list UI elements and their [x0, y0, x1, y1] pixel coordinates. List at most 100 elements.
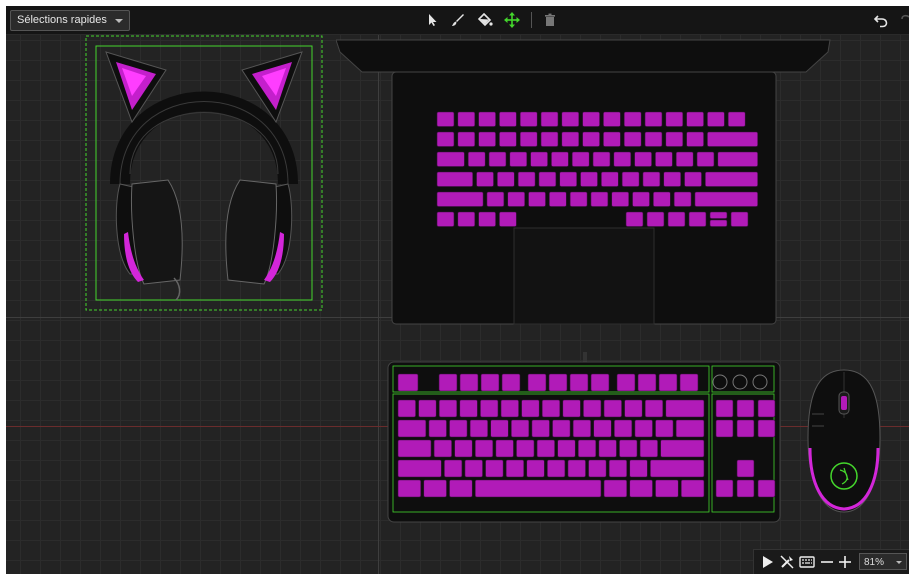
key[interactable] [655, 479, 679, 498]
key[interactable] [449, 479, 473, 498]
key[interactable] [614, 419, 633, 438]
key[interactable] [519, 111, 538, 127]
key[interactable] [499, 131, 517, 147]
key[interactable] [569, 191, 588, 207]
key[interactable] [644, 399, 664, 418]
key[interactable] [603, 399, 622, 418]
key[interactable] [715, 419, 734, 438]
undo-button[interactable] [872, 11, 890, 29]
laptop-device[interactable] [336, 38, 832, 326]
key[interactable] [582, 111, 600, 127]
key[interactable] [469, 419, 488, 438]
key[interactable] [629, 479, 653, 498]
key[interactable] [715, 399, 734, 418]
key[interactable] [634, 419, 653, 438]
key[interactable] [488, 151, 507, 167]
key[interactable] [480, 399, 499, 418]
key[interactable] [680, 479, 705, 498]
key[interactable] [665, 111, 684, 127]
key[interactable] [517, 171, 536, 187]
key[interactable] [478, 111, 496, 127]
key[interactable] [688, 211, 707, 227]
key[interactable] [552, 419, 571, 438]
key[interactable] [449, 419, 468, 438]
key[interactable] [634, 151, 652, 167]
key[interactable] [675, 151, 694, 167]
key[interactable] [530, 151, 548, 167]
key[interactable] [665, 131, 684, 147]
key[interactable] [757, 419, 776, 438]
key[interactable] [511, 419, 530, 438]
key[interactable] [467, 151, 486, 167]
key[interactable] [588, 459, 607, 478]
key[interactable] [538, 171, 557, 187]
key[interactable] [457, 111, 476, 127]
key[interactable] [580, 171, 598, 187]
key[interactable] [540, 111, 559, 127]
play-button[interactable] [758, 553, 776, 571]
key[interactable] [397, 399, 416, 418]
key[interactable] [438, 373, 458, 392]
key[interactable] [603, 479, 628, 498]
key[interactable] [428, 419, 447, 438]
key[interactable] [644, 111, 663, 127]
select-tool-button[interactable] [423, 11, 441, 29]
key[interactable] [438, 399, 458, 418]
key[interactable] [709, 211, 728, 219]
key[interactable] [621, 171, 640, 187]
key[interactable] [613, 151, 632, 167]
key[interactable] [646, 211, 665, 227]
key[interactable] [736, 399, 755, 418]
effect-off-button[interactable] [778, 553, 796, 571]
media-control-icon[interactable] [752, 374, 768, 390]
key[interactable] [436, 111, 455, 127]
media-control-icon[interactable] [712, 374, 728, 390]
key[interactable] [730, 211, 749, 227]
zoom-out-button[interactable] [818, 553, 836, 571]
zoom-in-button[interactable] [836, 553, 854, 571]
key[interactable] [397, 419, 427, 438]
key[interactable] [509, 151, 528, 167]
key[interactable] [608, 459, 628, 478]
key[interactable] [707, 111, 725, 127]
key[interactable] [436, 211, 455, 227]
key[interactable] [655, 419, 674, 438]
keyboard-device[interactable] [386, 352, 782, 524]
key[interactable] [686, 111, 704, 127]
key[interactable] [736, 459, 755, 478]
key[interactable] [499, 211, 517, 227]
key[interactable] [551, 151, 569, 167]
key[interactable] [653, 191, 671, 207]
key[interactable] [629, 459, 648, 478]
fill-tool-button[interactable] [476, 11, 494, 29]
key[interactable] [559, 171, 578, 187]
key[interactable] [686, 131, 704, 147]
key[interactable] [623, 111, 642, 127]
key[interactable] [531, 419, 550, 438]
key[interactable] [624, 399, 643, 418]
key[interactable] [507, 191, 526, 207]
key[interactable] [549, 191, 567, 207]
mouse-device[interactable] [804, 368, 884, 514]
key[interactable] [715, 479, 734, 498]
key[interactable] [527, 373, 547, 392]
key[interactable] [490, 419, 509, 438]
key[interactable] [457, 131, 476, 147]
key[interactable] [478, 211, 496, 227]
key[interactable] [497, 171, 515, 187]
chroma-studio-canvas[interactable]: Sélections rapides 81% [6, 6, 909, 574]
key[interactable] [540, 131, 559, 147]
key[interactable] [572, 419, 592, 438]
key[interactable] [436, 131, 455, 147]
key[interactable] [727, 111, 746, 127]
key[interactable] [603, 131, 621, 147]
redo-button[interactable] [899, 11, 909, 29]
key[interactable] [562, 399, 581, 418]
key[interactable] [397, 479, 422, 498]
key[interactable] [499, 111, 517, 127]
key[interactable] [623, 131, 642, 147]
key[interactable] [637, 373, 657, 392]
key[interactable] [526, 459, 545, 478]
keyboard-view-button[interactable] [798, 553, 816, 571]
delete-tool-button[interactable] [541, 11, 559, 29]
